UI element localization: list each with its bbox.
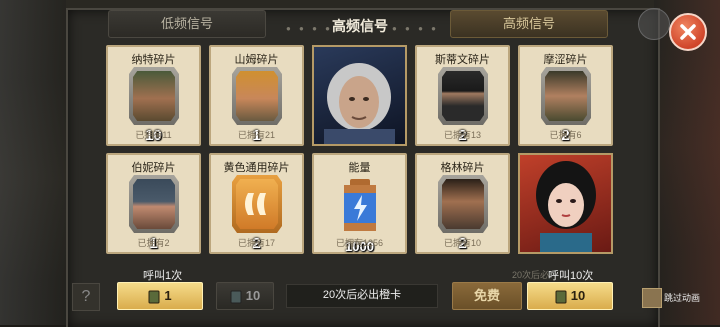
featured-woman-portrait — [518, 153, 613, 254]
call-once-label: 呼叫1次 — [143, 270, 183, 282]
masked-soldier-portrait-icon — [442, 71, 484, 121]
call-once-cost: 1 — [164, 288, 172, 303]
card-title: 斯蒂文碎片 — [435, 54, 490, 66]
tab-low-frequency[interactable]: 低频信号 — [108, 10, 266, 38]
officer-portrait-icon — [545, 71, 587, 121]
portrait-frame — [438, 175, 488, 233]
owned-count: 已拥有10 — [443, 238, 481, 248]
card-title: 山姆碎片 — [234, 54, 279, 66]
card-nate-fragment[interactable]: 纳特碎片 10 已拥有11 — [106, 45, 201, 146]
card-title: 格林碎片 — [440, 162, 485, 174]
energy-battery-icon — [344, 179, 376, 231]
signal-card-icon — [230, 290, 242, 304]
woman-portrait-icon — [536, 161, 596, 252]
skip-animation-label: 跳过动画 — [664, 293, 701, 303]
card-steven-fragment[interactable]: 斯蒂文碎片 2 已拥有13 — [415, 45, 510, 146]
owned-count: 已拥有1256 — [335, 238, 384, 248]
worker-portrait-icon — [236, 71, 278, 121]
card-title: 伯妮碎片 — [131, 162, 176, 174]
call-ten-cost: 10 — [570, 288, 586, 303]
background-left — [0, 0, 66, 325]
close-button[interactable] — [669, 13, 707, 51]
close-ghost-icon — [638, 8, 670, 40]
portrait-frame — [232, 67, 282, 125]
portrait-frame — [541, 67, 591, 125]
help-button[interactable]: ? — [72, 283, 100, 311]
soldier-portrait-icon — [133, 71, 175, 121]
portrait-frame — [129, 175, 179, 233]
call-once-button[interactable]: 1 — [117, 282, 203, 310]
owned-count: 已拥有13 — [443, 130, 481, 140]
guarantee-text: 20次后必出橙卡 — [286, 284, 438, 308]
call-ten-button[interactable]: 10 — [527, 282, 613, 310]
portrait-frame — [438, 67, 488, 125]
universal-fragment-icon — [236, 179, 278, 229]
free-button[interactable]: 免费 — [452, 282, 522, 310]
man-portrait-icon — [442, 179, 484, 229]
card-bernie-fragment[interactable]: 伯妮碎片 1 已拥有2 — [106, 153, 201, 254]
owned-count: 已拥有11 — [135, 130, 172, 140]
call-ten-label: 呼叫10次 — [548, 270, 594, 282]
card-title: 摩涩碎片 — [543, 54, 588, 66]
card-green-fragment[interactable]: 格林碎片 2 已拥有10 — [415, 153, 510, 254]
owned-count: 已拥有2 — [137, 238, 170, 248]
card-title: 能量 — [348, 162, 371, 174]
call-ten-hint: 20次后必 — [512, 270, 550, 280]
skip-animation-checkbox[interactable] — [642, 288, 662, 308]
card-sam-fragment[interactable]: 山姆碎片 1 已拥有21 — [209, 45, 304, 146]
tab-high-frequency[interactable]: 高频信号 — [450, 10, 608, 38]
portrait-frame — [232, 175, 282, 233]
signal-card-icon — [148, 290, 160, 304]
featured-scientist-portrait — [312, 45, 407, 146]
scientist-portrait-icon — [324, 63, 395, 144]
owned-count: 已拥有21 — [237, 130, 275, 140]
card-mose-fragment[interactable]: 摩涩碎片 2 已拥有6 — [518, 45, 613, 146]
owned-count: 已拥有17 — [237, 238, 275, 248]
owned-count: 已拥有6 — [549, 130, 582, 140]
close-icon — [680, 24, 696, 40]
portrait-frame — [129, 67, 179, 125]
card-title: 黄色通用碎片 — [223, 162, 290, 174]
signal-card-icon — [555, 290, 567, 304]
card-energy[interactable]: 能量 1000 已拥有1256 — [312, 153, 407, 254]
page-title: 高频信号 — [332, 18, 388, 34]
call-once-alt-button[interactable]: 10 — [216, 282, 274, 310]
call-once-alt-cost: 10 — [245, 288, 261, 303]
card-title: 纳特碎片 — [131, 54, 176, 66]
helmet-portrait-icon — [133, 179, 175, 229]
card-yellow-universal-fragment[interactable]: 黄色通用碎片 2 已拥有17 — [209, 153, 304, 254]
